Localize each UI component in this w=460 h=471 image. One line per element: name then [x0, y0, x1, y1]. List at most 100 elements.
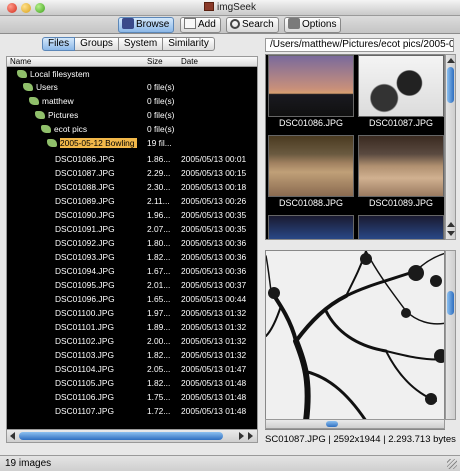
scroll-up-icon[interactable]	[447, 58, 455, 63]
column-header-name[interactable]: Name	[10, 57, 31, 67]
view-tabs: Files Groups System Similarity	[42, 37, 215, 51]
node-size: 0 file(s)	[147, 110, 175, 120]
tree-file-row[interactable]: DSC01088.JPG 2.30... 2005/05/13 00:18	[7, 181, 257, 193]
scroll-thumb[interactable]	[326, 421, 338, 427]
file-name: DSC01089.JPG	[55, 196, 115, 206]
path-field[interactable]: /Users/matthew/Pictures/ecot pics/2005-0…	[265, 38, 454, 52]
tree-horizontal-scrollbar[interactable]	[6, 429, 258, 443]
file-name: DSC01092.JPG	[55, 238, 115, 248]
add-label: Add	[198, 19, 216, 30]
tab-similarity[interactable]: Similarity	[163, 37, 215, 51]
file-name: DSC01087.JPG	[55, 168, 115, 178]
file-name: DSC01103.JPG	[55, 350, 114, 360]
file-date: 2005/05/13 00:36	[181, 252, 247, 262]
tree-node-pictures[interactable]: Pictures 0 file(s)	[7, 109, 257, 121]
file-size: 1.89...	[147, 322, 171, 332]
file-name: DSC01088.JPG	[55, 182, 115, 192]
preview-vertical-scrollbar[interactable]	[445, 250, 456, 420]
preview-caption: SC01087.JPG | 2592x1944 | 2.293.713 byte…	[265, 434, 456, 445]
resize-grip-icon[interactable]	[447, 459, 457, 469]
tree-file-row[interactable]: DSC01093.JPG 1.82... 2005/05/13 00:36	[7, 251, 257, 263]
file-name: DSC01101.JPG	[55, 322, 114, 332]
file-name: DSC01100.JPG	[55, 308, 114, 318]
tab-files[interactable]: Files	[42, 37, 76, 51]
tree-file-row[interactable]: DSC01107.JPG 1.72... 2005/05/13 01:48	[7, 405, 257, 417]
column-header-date[interactable]: Date	[181, 57, 198, 67]
scroll-right-icon[interactable]	[248, 432, 253, 440]
node-size: 19 fil...	[147, 138, 172, 148]
thumbnail-vertical-scrollbar[interactable]	[445, 54, 456, 240]
image-preview	[265, 250, 445, 430]
tree-file-row[interactable]: DSC01105.JPG 1.82... 2005/05/13 01:48	[7, 377, 257, 389]
tree-file-row[interactable]: DSC01101.JPG 1.89... 2005/05/13 01:32	[7, 321, 257, 333]
scroll-up-icon[interactable]	[447, 222, 455, 227]
thumbnail[interactable]: DSC01086.JPG	[268, 55, 354, 129]
tree-file-row[interactable]: DSC01100.JPG 1.97... 2005/05/13 01:32	[7, 307, 257, 319]
file-name: DSC01104.JPG	[55, 364, 114, 374]
thumbnail-image	[268, 55, 354, 117]
scroll-thumb[interactable]	[447, 67, 454, 103]
scroll-thumb[interactable]	[19, 432, 223, 440]
file-size: 2.01...	[147, 280, 171, 290]
tree-node-bowling-selected[interactable]: 2005-05-12 Bowling 19 fil...	[7, 137, 257, 149]
options-button[interactable]: Options	[284, 17, 342, 33]
tree-file-row[interactable]: DSC01094.JPG 1.67... 2005/05/13 00:36	[7, 265, 257, 277]
tree-file-row[interactable]: DSC01096.JPG 1.65... 2005/05/13 00:44	[7, 293, 257, 305]
scroll-right-icon[interactable]	[239, 432, 244, 440]
node-label: Pictures	[48, 110, 79, 120]
tree-file-row[interactable]: DSC01087.JPG 2.29... 2005/05/13 00:15	[7, 167, 257, 179]
file-name: DSC01106.JPG	[55, 392, 114, 402]
scroll-down-icon[interactable]	[447, 231, 455, 236]
node-label: ecot pics	[54, 124, 88, 134]
tree-file-row[interactable]: DSC01086.JPG 1.86... 2005/05/13 00:01	[7, 153, 257, 165]
tree-file-row[interactable]: DSC01095.JPG 2.01... 2005/05/13 00:37	[7, 279, 257, 291]
file-size: 2.11...	[147, 196, 170, 206]
file-name: DSC01086.JPG	[55, 154, 115, 164]
tab-system[interactable]: System	[118, 37, 164, 51]
tab-groups[interactable]: Groups	[75, 37, 119, 51]
tree-file-row[interactable]: DSC01106.JPG 1.75... 2005/05/13 01:48	[7, 391, 257, 403]
tree-file-row[interactable]: DSC01092.JPG 1.80... 2005/05/13 00:36	[7, 237, 257, 249]
file-tree[interactable]: Local filesystem Users 0 file(s) matthew…	[6, 67, 258, 429]
folder-icon	[41, 125, 51, 133]
thumbnail[interactable]	[358, 215, 444, 239]
tree-node-matthew[interactable]: matthew 0 file(s)	[7, 95, 257, 107]
file-date: 2005/05/13 01:48	[181, 392, 247, 402]
file-date: 2005/05/13 01:48	[181, 406, 247, 416]
scroll-thumb[interactable]	[447, 291, 454, 315]
file-size: 1.72...	[147, 406, 171, 416]
file-name: DSC01091.JPG	[55, 224, 115, 234]
file-date: 2005/05/13 00:15	[181, 168, 247, 178]
tree-file-row[interactable]: DSC01104.JPG 2.05... 2005/05/13 01:47	[7, 363, 257, 375]
node-size: 0 file(s)	[147, 96, 175, 106]
file-size: 1.82...	[147, 350, 171, 360]
tree-file-row[interactable]: DSC01103.JPG 1.82... 2005/05/13 01:32	[7, 349, 257, 361]
tree-node-ecot-pics[interactable]: ecot pics 0 file(s)	[7, 123, 257, 135]
tree-node-users[interactable]: Users 0 file(s)	[7, 81, 257, 93]
browse-button[interactable]: Browse	[118, 17, 175, 33]
preview-horizontal-scrollbar[interactable]	[265, 419, 445, 429]
thumbnail[interactable]	[268, 215, 354, 239]
tree-file-row[interactable]: DSC01102.JPG 2.00... 2005/05/13 01:32	[7, 335, 257, 347]
tree-node-local-filesystem[interactable]: Local filesystem	[7, 68, 257, 80]
search-button[interactable]: Search	[226, 17, 279, 33]
folder-icon	[29, 97, 39, 105]
thumbnail-grid[interactable]: DSC01086.JPG DSC01087.JPG DSC01088.JPG D…	[265, 54, 445, 240]
tree-file-row[interactable]: DSC01090.JPG 1.96... 2005/05/13 00:35	[7, 209, 257, 221]
scroll-left-icon[interactable]	[10, 432, 15, 440]
tree-file-row[interactable]: DSC01091.JPG 2.07... 2005/05/13 00:35	[7, 223, 257, 235]
file-date: 2005/05/13 01:47	[181, 364, 247, 374]
column-header-size[interactable]: Size	[147, 57, 163, 67]
file-date: 2005/05/13 00:35	[181, 210, 247, 220]
file-name: DSC01095.JPG	[55, 280, 115, 290]
file-size: 2.30...	[147, 182, 171, 192]
tree-file-row[interactable]: DSC01089.JPG 2.11... 2005/05/13 00:26	[7, 195, 257, 207]
thumbnail-image	[268, 135, 354, 197]
app-icon	[204, 2, 215, 11]
thumbnail[interactable]: DSC01088.JPG	[268, 135, 354, 209]
browse-icon	[122, 18, 134, 29]
thumbnail[interactable]: DSC01089.JPG	[358, 135, 444, 209]
title-bar: imgSeek	[0, 0, 460, 16]
thumbnail[interactable]: DSC01087.JPG	[358, 55, 444, 129]
add-button[interactable]: Add	[180, 17, 221, 33]
